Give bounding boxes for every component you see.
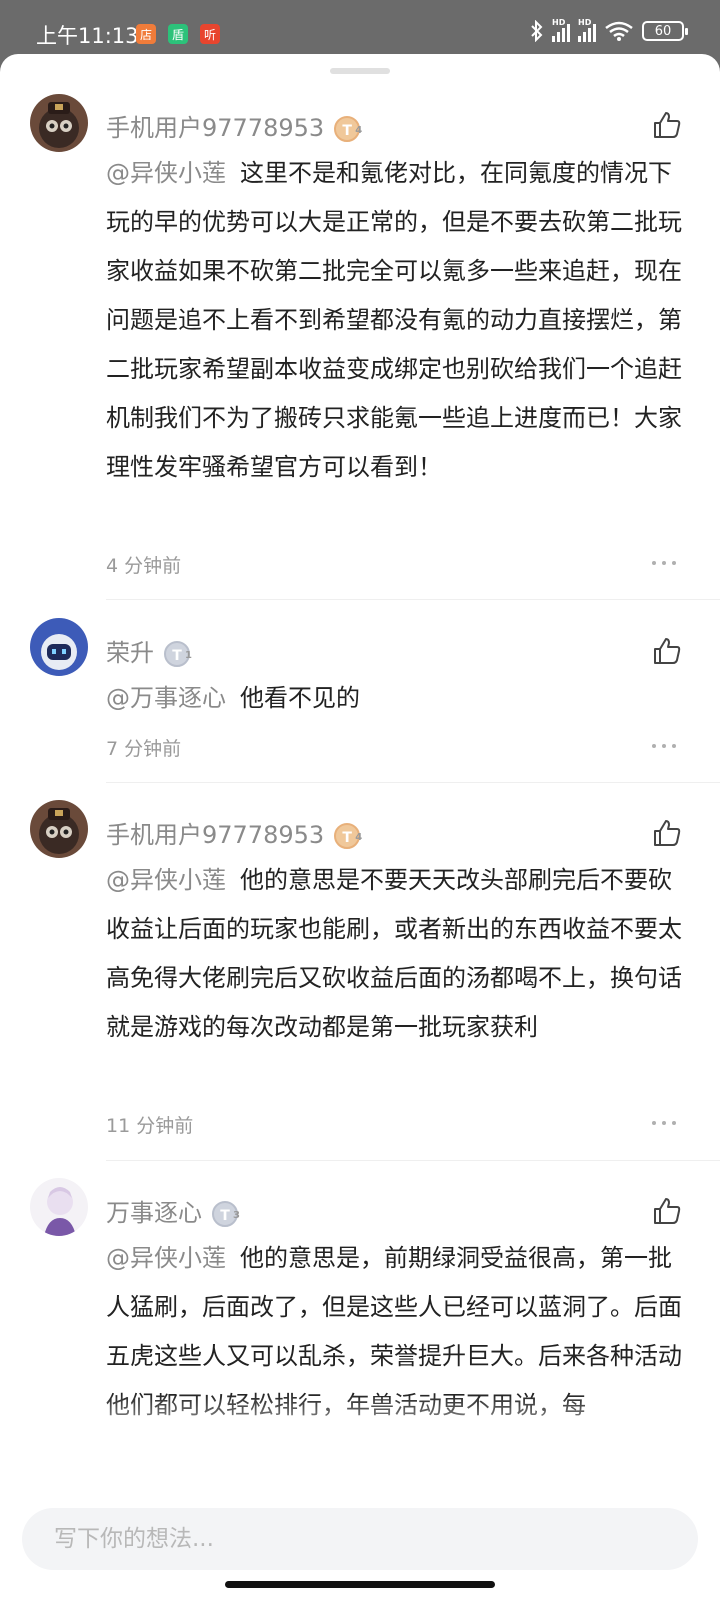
divider — [106, 782, 720, 783]
comment-username[interactable]: 手机用户97778953 T 4 — [106, 108, 362, 143]
hd-label-2: HD — [578, 18, 592, 27]
shield-app-icon: 盾 — [168, 24, 188, 44]
battery-indicator: 60 — [642, 21, 688, 41]
avatar[interactable] — [30, 800, 88, 858]
comment-text: 他看不见的 — [240, 684, 360, 712]
comment-input[interactable] — [22, 1508, 698, 1570]
shop-app-icon: 店 — [136, 24, 156, 44]
username-text: 手机用户97778953 — [106, 821, 325, 849]
comment-time: 11 分钟前 — [106, 1115, 194, 1137]
comment-time: 7 分钟前 — [106, 738, 182, 760]
avatar[interactable] — [30, 94, 88, 152]
status-bar: 上午11:13 店 盾 听 HD HD 60 — [0, 0, 720, 56]
home-indicator[interactable] — [225, 1581, 495, 1588]
list-fade — [0, 1394, 720, 1454]
comment-username[interactable]: 万事逐心 T 3 — [106, 1193, 240, 1228]
wifi-icon — [605, 21, 633, 41]
username-text: 万事逐心 — [106, 1199, 202, 1227]
user-level-badge: T1 — [164, 641, 192, 667]
more-options-icon[interactable] — [652, 742, 676, 750]
username-text: 荣升 — [106, 639, 154, 667]
comment-body: @异侠小莲 他的意思是不要天天改头部刷完后不要砍收益让后面的玩家也能刷，或者新出的… — [106, 856, 688, 1052]
user-level-badge: T3 — [212, 1201, 240, 1227]
user-level-badge: T4 — [334, 823, 362, 849]
username-text: 手机用户97778953 — [106, 114, 325, 142]
divider — [106, 599, 720, 600]
thumbs-up-icon[interactable] — [652, 818, 682, 848]
user-level-badge: T4 — [334, 116, 362, 142]
status-time: 上午11:13 — [36, 24, 139, 48]
cellular-signal-icon-2: HD — [578, 18, 596, 42]
more-options-icon[interactable] — [652, 559, 676, 567]
comment-input-bar — [0, 1486, 720, 1596]
divider — [106, 1160, 720, 1161]
hd-label: HD — [552, 18, 566, 27]
sheet-drag-handle[interactable] — [330, 68, 390, 74]
comment-body: @异侠小莲 这里不是和氪佬对比，在同氪度的情况下玩的早的优势可以大是正常的，但是不… — [106, 149, 688, 492]
mention-link[interactable]: @异侠小莲 — [106, 159, 226, 187]
mention-link[interactable]: @异侠小莲 — [106, 1244, 226, 1272]
thumbs-up-icon[interactable] — [652, 110, 682, 140]
comment-body: @万事逐心 他看不见的 — [106, 674, 688, 723]
comments-sheet: 手机用户97778953 T 4 @异侠小莲 这里不是和氪佬对比，在同氪度的情况下玩的… — [0, 54, 720, 1600]
status-icons: HD HD 60 — [530, 18, 688, 42]
more-options-icon[interactable] — [652, 1119, 676, 1127]
comment-text: 这里不是和氪佬对比，在同氪度的情况下玩的早的优势可以大是正常的，但是不要去砍第二… — [106, 159, 682, 481]
comment-username[interactable]: 手机用户97778953 T 4 — [106, 815, 362, 850]
listen-app-icon: 听 — [200, 24, 220, 44]
thumbs-up-icon[interactable] — [652, 636, 682, 666]
comment-time: 4 分钟前 — [106, 555, 182, 577]
avatar[interactable] — [30, 618, 88, 676]
cellular-signal-icon: HD — [552, 18, 570, 42]
mention-link[interactable]: @万事逐心 — [106, 684, 226, 712]
bluetooth-icon — [531, 20, 543, 42]
avatar[interactable] — [30, 1178, 88, 1236]
mention-link[interactable]: @异侠小莲 — [106, 866, 226, 894]
thumbs-up-icon[interactable] — [652, 1196, 682, 1226]
comment-username[interactable]: 荣升 T 1 — [106, 633, 192, 668]
